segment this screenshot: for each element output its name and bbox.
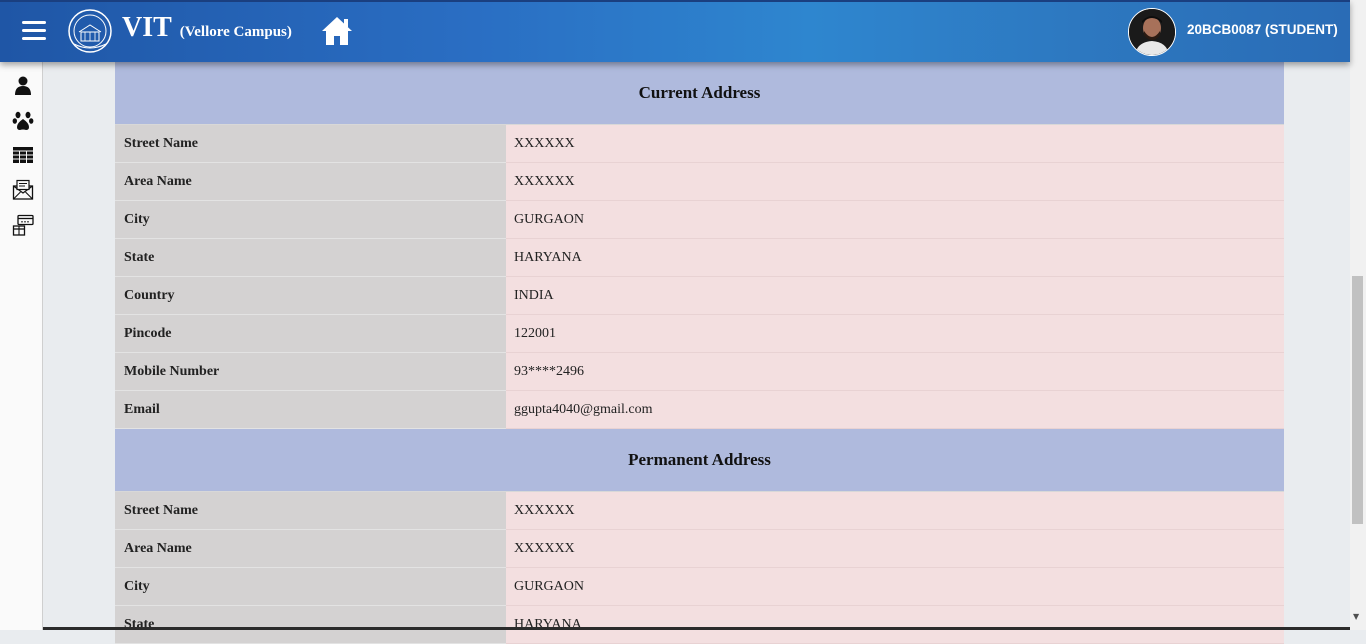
field-value: HARYANA	[506, 606, 1284, 644]
field-value: XXXXXX	[506, 492, 1284, 530]
table-row: Area Name XXXXXX	[115, 530, 1284, 568]
table-row: Pincode 122001	[115, 315, 1284, 353]
scroll-down-arrow-icon[interactable]: ▼	[1353, 612, 1363, 622]
table-row: Street Name XXXXXX	[115, 125, 1284, 163]
hamburger-bar	[22, 29, 46, 32]
field-label: City	[115, 201, 506, 239]
field-label: Pincode	[115, 315, 506, 353]
table-row: City GURGAON	[115, 568, 1284, 606]
field-value: XXXXXX	[506, 125, 1284, 163]
table-row: Mobile Number 93****2496	[115, 353, 1284, 391]
sidebar	[0, 62, 43, 630]
brand-title: VIT (Vellore Campus)	[122, 12, 292, 44]
table-icon[interactable]	[12, 144, 34, 166]
table-row: Area Name XXXXXX	[115, 163, 1284, 201]
user-avatar[interactable]	[1128, 8, 1176, 56]
table-row: State HARYANA	[115, 606, 1284, 644]
field-value: GURGAON	[506, 568, 1284, 606]
table-row: State HARYANA	[115, 239, 1284, 277]
address-details-panel: Current Address Street Name XXXXXX Area …	[115, 62, 1284, 644]
table-row: Street Name XXXXXX	[115, 492, 1284, 530]
field-label: City	[115, 568, 506, 606]
table-row: City GURGAON	[115, 201, 1284, 239]
current-address-header: Current Address	[115, 62, 1284, 125]
field-label: Street Name	[115, 125, 506, 163]
home-icon[interactable]	[320, 15, 354, 47]
vit-logo-icon	[68, 9, 112, 53]
top-navbar: VIT (Vellore Campus) 20BCB0087 (STUDENT)	[0, 0, 1350, 62]
paw-icon[interactable]	[12, 109, 34, 131]
field-value: 93****2496	[506, 353, 1284, 391]
field-value: XXXXXX	[506, 530, 1284, 568]
field-label: Street Name	[115, 492, 506, 530]
permanent-address-header: Permanent Address	[115, 429, 1284, 492]
field-label: Email	[115, 391, 506, 429]
field-value: ggupta4040@gmail.com	[506, 391, 1284, 429]
field-label: Mobile Number	[115, 353, 506, 391]
field-label: State	[115, 606, 506, 644]
user-icon[interactable]	[12, 75, 34, 97]
field-value: HARYANA	[506, 239, 1284, 277]
avatar-photo-icon	[1129, 9, 1175, 55]
field-label: Area Name	[115, 163, 506, 201]
brand-campus: (Vellore Campus)	[179, 24, 292, 40]
mail-icon[interactable]	[12, 179, 34, 201]
brand-name: VIT	[122, 12, 172, 43]
field-value: GURGAON	[506, 201, 1284, 239]
field-value: XXXXXX	[506, 163, 1284, 201]
payment-icon[interactable]	[12, 214, 34, 236]
menu-toggle-button[interactable]	[22, 21, 46, 41]
field-label: Area Name	[115, 530, 506, 568]
field-value: 122001	[506, 315, 1284, 353]
table-row: Email ggupta4040@gmail.com	[115, 391, 1284, 429]
field-label: State	[115, 239, 506, 277]
scrollbar-thumb[interactable]	[1352, 276, 1363, 524]
table-row: Country INDIA	[115, 277, 1284, 315]
navbar-top-border	[0, 0, 1350, 2]
hamburger-bar	[22, 21, 46, 24]
field-value: INDIA	[506, 277, 1284, 315]
hamburger-bar	[22, 37, 46, 40]
field-label: Country	[115, 277, 506, 315]
user-id-label[interactable]: 20BCB0087 (STUDENT)	[1187, 22, 1338, 37]
